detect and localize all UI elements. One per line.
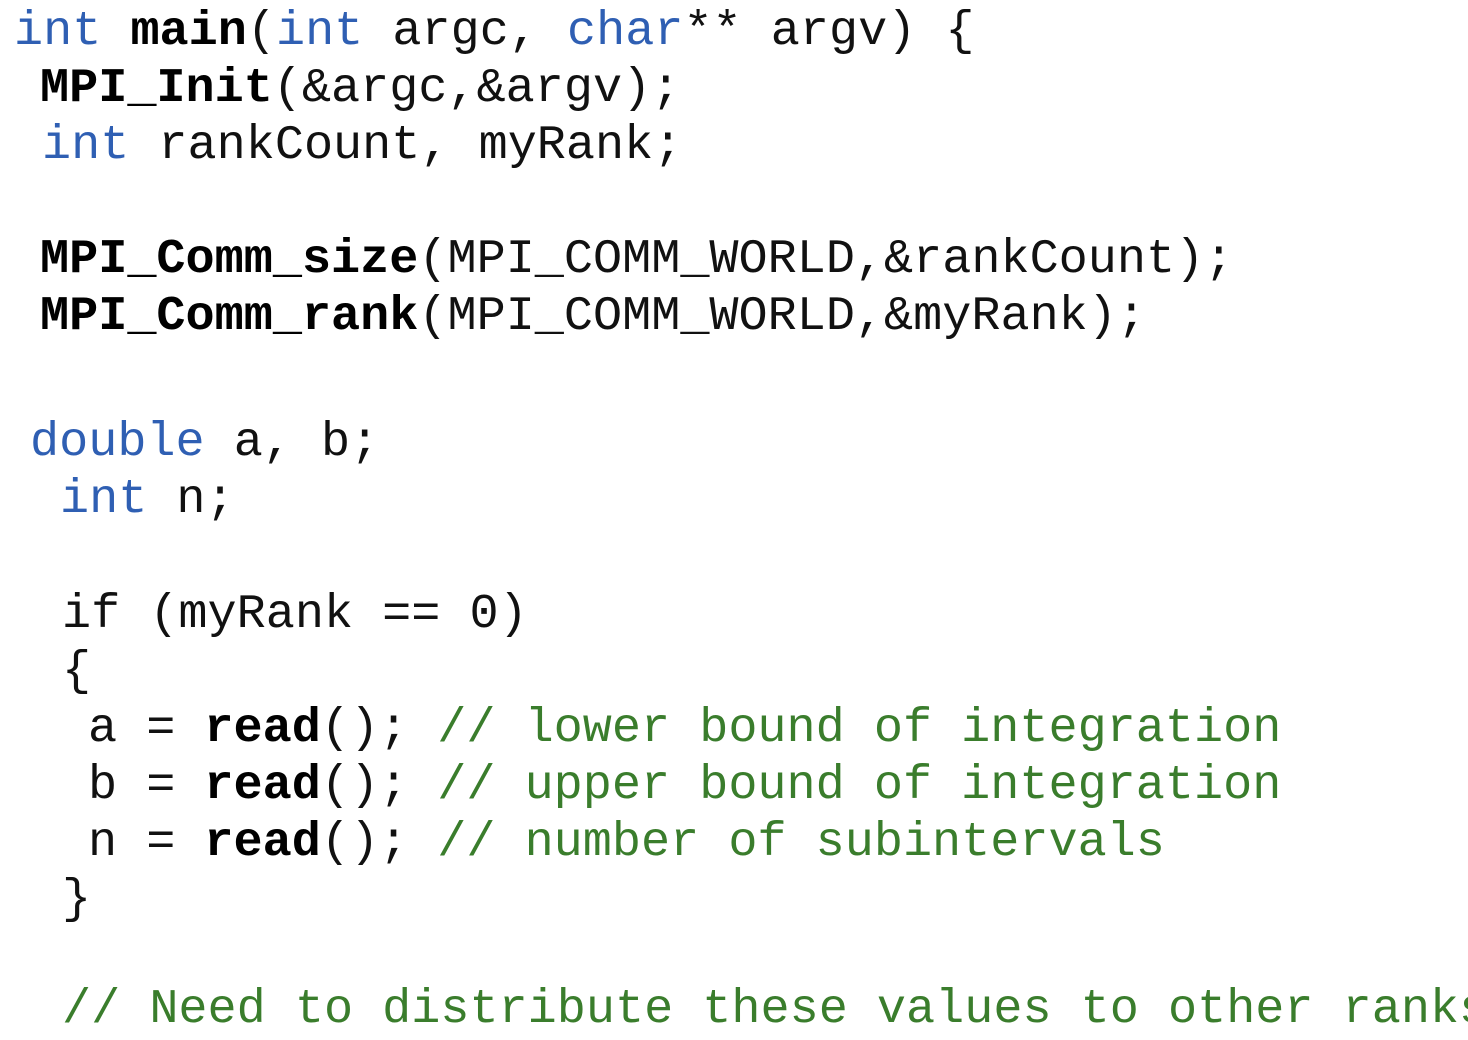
code-text: a, b; bbox=[204, 415, 380, 470]
code-line-main-signature: int main(int argc, char** argv) { bbox=[14, 7, 975, 57]
code-text: (); bbox=[320, 758, 438, 813]
code-text: a = bbox=[88, 701, 205, 756]
code-listing: int main(int argc, char** argv) { MPI_In… bbox=[0, 0, 1468, 1040]
code-line-double-decl: double a, b; bbox=[30, 418, 379, 468]
code-line-read-b: b = read(); // upper bound of integratio… bbox=[88, 761, 1281, 811]
code-text: n; bbox=[147, 472, 235, 527]
code-text: if (myRank == 0) bbox=[62, 587, 528, 642]
code-comment: // number of subintervals bbox=[437, 815, 1165, 870]
code-line-read-a: a = read(); // lower bound of integratio… bbox=[88, 704, 1281, 754]
code-function: read bbox=[204, 815, 321, 870]
code-line-mpi-init: MPI_Init(&argc,&argv); bbox=[40, 64, 680, 114]
code-text: b = bbox=[88, 758, 205, 813]
code-line-int-n: int n; bbox=[60, 475, 235, 525]
code-function: read bbox=[204, 701, 321, 756]
code-keyword: char bbox=[567, 4, 684, 59]
code-text: ** argv) { bbox=[683, 4, 975, 59]
code-comment: // Need to distribute these values to ot… bbox=[62, 982, 1468, 1037]
code-text: ( bbox=[246, 4, 276, 59]
code-text: (); bbox=[320, 815, 438, 870]
code-line-rank-vars: int rankCount, myRank; bbox=[42, 121, 682, 171]
code-keyword: int bbox=[14, 4, 102, 59]
code-function: MPI_Comm_size bbox=[40, 232, 419, 287]
code-comment: // upper bound of integration bbox=[437, 758, 1282, 813]
code-text: argc, bbox=[363, 4, 568, 59]
code-text: (MPI_COMM_WORLD,&rankCount); bbox=[418, 232, 1234, 287]
code-line-if-rank-zero: if (myRank == 0) bbox=[62, 590, 528, 640]
code-text: } bbox=[62, 872, 92, 927]
code-text: (); bbox=[320, 701, 438, 756]
code-function: read bbox=[204, 758, 321, 813]
code-function: main bbox=[130, 4, 247, 59]
code-text: (MPI_COMM_WORLD,&myRank); bbox=[418, 289, 1146, 344]
code-keyword: int bbox=[60, 472, 148, 527]
code-line-open-brace: { bbox=[62, 647, 91, 697]
code-text: { bbox=[62, 644, 92, 699]
code-comment: // lower bound of integration bbox=[437, 701, 1282, 756]
code-line-read-n: n = read(); // number of subintervals bbox=[88, 818, 1165, 868]
code-text: (&argc,&argv); bbox=[272, 61, 681, 116]
code-line-close-brace: } bbox=[62, 875, 91, 925]
code-line-comm-rank: MPI_Comm_rank(MPI_COMM_WORLD,&myRank); bbox=[40, 292, 1146, 342]
code-text: rankCount, myRank; bbox=[129, 118, 683, 173]
code-keyword: double bbox=[30, 415, 205, 470]
code-line-comm-size: MPI_Comm_size(MPI_COMM_WORLD,&rankCount)… bbox=[40, 235, 1233, 285]
code-function: MPI_Comm_rank bbox=[40, 289, 419, 344]
code-line-distribute-comment: // Need to distribute these values to ot… bbox=[62, 985, 1468, 1035]
code-function: MPI_Init bbox=[40, 61, 273, 116]
code-keyword: int bbox=[275, 4, 364, 59]
code-text: n = bbox=[88, 815, 205, 870]
code-keyword: int bbox=[42, 118, 130, 173]
